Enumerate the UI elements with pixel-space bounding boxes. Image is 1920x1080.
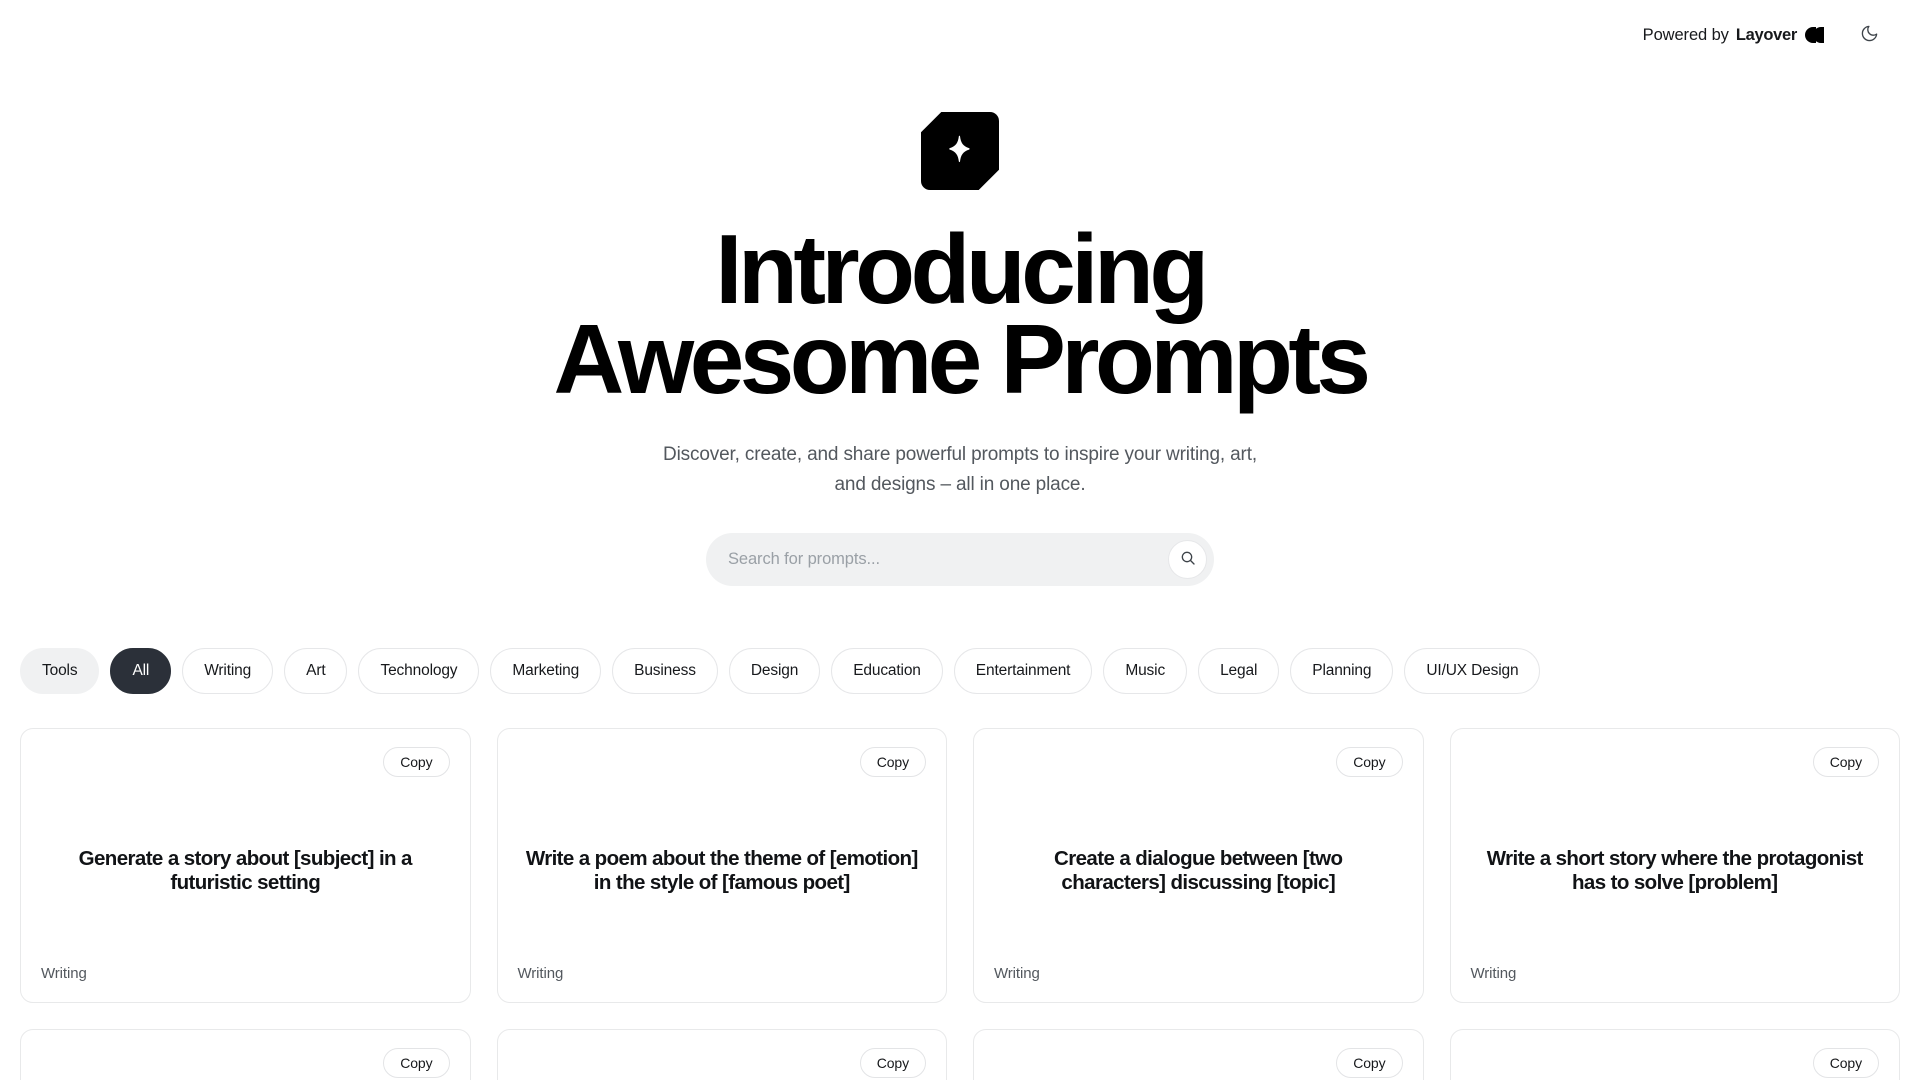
prompt-card[interactable]: Copy <box>496 1029 947 1080</box>
prompt-category: Writing <box>994 965 1040 983</box>
category-filter-bar: Tools All Writing Art Technology Marketing Bu… <box>0 648 1920 695</box>
prompt-card-body: Write a short story where the protagonis… <box>1471 777 1880 965</box>
prompt-category: Writing <box>41 965 87 983</box>
filter-pill-ui-ux-design[interactable]: UI/UX Design <box>1404 648 1541 695</box>
filter-pill-writing[interactable]: Writing <box>182 648 274 695</box>
top-bar: Powered by Layover <box>0 0 1920 70</box>
prompt-category: Writing <box>1470 965 1517 983</box>
prompt-card[interactable]: Copy <box>20 1029 471 1080</box>
prompt-card[interactable]: Copy Create a dialogue between [two chara… <box>973 728 1424 1004</box>
prompt-card-grid-row-2: Copy Copy Copy Copy <box>0 1029 1920 1080</box>
copy-button[interactable]: Copy <box>859 1048 926 1079</box>
prompt-card[interactable]: Copy Generate a story about [subject] in … <box>20 728 471 1004</box>
layover-brand-name: Layover <box>1735 25 1797 44</box>
copy-button[interactable]: Copy <box>1336 1048 1403 1079</box>
copy-button[interactable]: Copy <box>1812 1048 1879 1079</box>
search-icon <box>1180 550 1196 569</box>
page-title-line-1: Introducing <box>715 214 1209 324</box>
prompt-card[interactable]: Copy <box>973 1029 1424 1080</box>
copy-button[interactable]: Copy <box>859 747 926 778</box>
page-title: Introducing Awesome Prompts <box>0 214 1920 415</box>
moon-icon <box>1860 24 1879 46</box>
search-input[interactable] <box>728 533 1168 587</box>
page-title-line-2: Awesome Prompts <box>553 304 1371 415</box>
prompt-title: Write a poem about the theme of [emotion… <box>525 846 918 895</box>
filter-pill-technology[interactable]: Technology <box>358 648 480 695</box>
prompt-title: Write a short story where the protagonis… <box>1486 846 1864 895</box>
prompt-card-grid: Copy Generate a story about [subject] in … <box>0 728 1920 1004</box>
copy-button[interactable]: Copy <box>1812 747 1879 778</box>
prompt-card[interactable]: Copy Write a poem about the theme of [emo… <box>496 728 947 1004</box>
filter-pill-entertainment[interactable]: Entertainment <box>953 648 1093 695</box>
copy-button[interactable]: Copy <box>383 747 450 778</box>
search-bar[interactable] <box>706 533 1214 587</box>
page-subtitle: Discover, create, and share powerful pro… <box>663 444 1257 496</box>
prompt-title: Generate a story about [subject] in a fu… <box>78 846 413 895</box>
filter-pill-design[interactable]: Design <box>728 648 821 695</box>
powered-by-badge: Powered by Layover <box>1643 26 1824 45</box>
powered-by-prefix: Powered by <box>1642 25 1729 44</box>
filter-pill-planning[interactable]: Planning <box>1290 648 1394 695</box>
sparkle-badge-icon <box>921 112 999 190</box>
hero-section: Introducing Awesome Prompts Discover, cr… <box>0 70 1920 587</box>
copy-button[interactable]: Copy <box>1336 747 1403 778</box>
prompt-card-body: Write a poem about the theme of [emotion… <box>518 777 927 965</box>
filter-pill-business[interactable]: Business <box>612 648 718 695</box>
copy-button[interactable]: Copy <box>383 1048 450 1079</box>
prompt-title: Create a dialogue between [two character… <box>1054 846 1343 895</box>
filter-pill-legal[interactable]: Legal <box>1198 648 1280 695</box>
filter-pill-music[interactable]: Music <box>1103 648 1188 695</box>
filter-pill-marketing[interactable]: Marketing <box>490 648 602 695</box>
filter-pill-art[interactable]: Art <box>284 648 348 695</box>
prompt-card-body: Create a dialogue between [two character… <box>994 777 1403 965</box>
prompt-card[interactable]: Copy Write a short story where the protag… <box>1449 728 1900 1004</box>
layover-mark-icon <box>1805 27 1824 43</box>
filter-pill-education[interactable]: Education <box>831 648 943 695</box>
prompt-category: Writing <box>517 965 564 983</box>
prompt-card[interactable]: Copy <box>1449 1029 1900 1080</box>
prompt-card-body: Generate a story about [subject] in a fu… <box>41 777 450 965</box>
search-submit-button[interactable] <box>1168 540 1207 580</box>
filter-pill-tools[interactable]: Tools <box>20 648 100 695</box>
filter-pill-all[interactable]: All <box>110 648 172 695</box>
theme-toggle-button[interactable] <box>1854 20 1884 50</box>
